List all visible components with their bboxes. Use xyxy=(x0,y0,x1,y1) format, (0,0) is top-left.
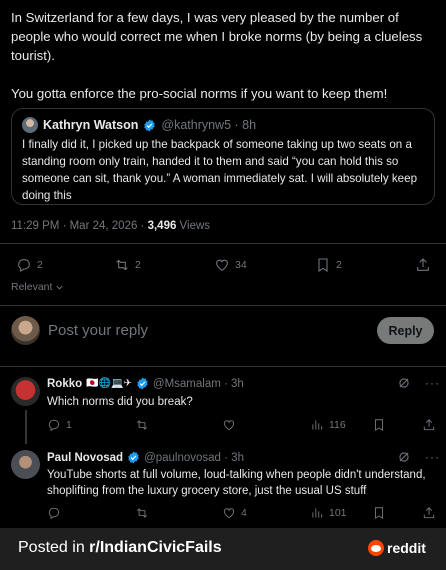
views-count: 101 xyxy=(329,507,347,519)
heart-icon xyxy=(223,508,235,519)
views-chart-icon xyxy=(312,508,323,518)
bookmark-icon xyxy=(375,419,383,432)
reply-handle: @paulnovosad · 3h xyxy=(144,451,244,464)
subreddit-link[interactable]: r/IndianCivicFails xyxy=(89,539,221,556)
more-options-icon[interactable]: ··· xyxy=(425,450,440,464)
reply-text: Which norms did you break? xyxy=(47,396,193,408)
bookmark-icon xyxy=(375,507,383,520)
reply-handle: @Msamalam · 3h xyxy=(152,377,244,390)
quote-handle: @kathrynw5 · 8h xyxy=(161,118,257,132)
views-action[interactable]: 101 xyxy=(310,506,347,520)
repost-action[interactable] xyxy=(135,418,154,432)
reply-text: YouTube shorts at full volume, loud-talk… xyxy=(47,469,426,497)
like-action[interactable] xyxy=(222,418,241,432)
share-action[interactable] xyxy=(415,257,431,273)
bookmark-count: 2 xyxy=(336,259,342,271)
bookmark-action[interactable] xyxy=(372,506,386,520)
reddit-snoo-icon xyxy=(368,540,384,556)
reply-icon xyxy=(18,259,30,272)
grok-icon[interactable] xyxy=(397,450,411,464)
divider xyxy=(0,243,446,244)
repost-icon xyxy=(137,508,147,518)
sort-dropdown[interactable]: Relevant xyxy=(11,281,65,293)
reply-composer: Post your reply Reply xyxy=(0,306,446,360)
quote-avatar[interactable] xyxy=(22,117,38,133)
share-icon xyxy=(423,419,435,431)
share-action[interactable] xyxy=(422,506,436,520)
bookmark-action[interactable] xyxy=(372,418,386,432)
reply-input[interactable]: Post your reply xyxy=(48,322,148,339)
reply-icon xyxy=(48,419,60,432)
post-text: In Switzerland for a few days, I was ver… xyxy=(11,10,423,101)
verified-badge-icon xyxy=(128,451,139,464)
views-count: 3,496 xyxy=(147,220,177,232)
share-icon xyxy=(423,507,435,519)
reply-author-name[interactable]: Paul Novosad xyxy=(47,452,123,464)
reply-count: 1 xyxy=(66,419,72,431)
post-timestamp[interactable]: 11:29 PM · Mar 24, 2026 · xyxy=(11,220,148,232)
more-options-icon[interactable]: ··· xyxy=(425,376,440,390)
grok-icon[interactable] xyxy=(397,376,411,390)
like-action[interactable]: 4 xyxy=(222,506,247,520)
reddit-logo[interactable]: reddit xyxy=(368,540,426,556)
reddit-footer-banner: Posted in r/IndianCivicFails reddit xyxy=(0,528,446,570)
heart-icon xyxy=(216,259,228,271)
reply-avatar[interactable] xyxy=(11,377,40,406)
reply-icon xyxy=(48,507,60,520)
views-chart-icon xyxy=(312,420,323,430)
share-icon xyxy=(417,258,429,271)
views-label: Views xyxy=(176,220,211,232)
reply-action[interactable] xyxy=(47,506,66,520)
reddit-wordmark: reddit xyxy=(387,540,426,556)
bookmark-action[interactable]: 2 xyxy=(315,257,342,273)
verified-badge-icon xyxy=(144,119,156,131)
bookmark-icon xyxy=(318,258,328,272)
quote-author-name[interactable]: Kathryn Watson xyxy=(43,118,138,132)
repost-action[interactable] xyxy=(135,506,154,520)
post-metadata: 11:29 PM · Mar 24, 2026 · 3,496 Views xyxy=(11,220,210,232)
user-avatar[interactable] xyxy=(11,316,40,345)
share-action[interactable] xyxy=(422,418,436,432)
repost-icon xyxy=(116,259,128,271)
reply-action[interactable]: 1 xyxy=(47,418,72,432)
heart-icon xyxy=(223,420,235,431)
sort-label: Relevant xyxy=(11,281,53,293)
chevron-down-icon xyxy=(56,285,64,290)
reply-count: 2 xyxy=(37,259,43,271)
footer-prefix: Posted in xyxy=(18,539,90,556)
footer-caption: Posted in r/IndianCivicFails xyxy=(18,539,222,557)
thread-line xyxy=(25,410,27,444)
repost-action[interactable]: 2 xyxy=(114,257,141,273)
reply-avatar[interactable] xyxy=(11,450,40,479)
quoted-post[interactable]: Kathryn Watson @kathrynw5 · 8h I finally… xyxy=(11,108,435,205)
like-count: 34 xyxy=(235,259,247,271)
views-count: 116 xyxy=(329,419,346,431)
reply-author-name[interactable]: Rokko xyxy=(47,378,82,390)
views-action[interactable]: 116 xyxy=(310,418,346,432)
reply-button[interactable]: Reply xyxy=(377,317,434,344)
reply-action[interactable]: 2 xyxy=(16,257,43,273)
reply-author-flags: 🇯🇵🌐💻✈ xyxy=(86,378,132,389)
like-action[interactable]: 34 xyxy=(214,257,247,273)
like-count: 4 xyxy=(241,507,247,519)
reply-tweet[interactable]: Paul Novosad @paulnovosad · 3h ··· YouTu… xyxy=(0,440,446,528)
quote-text: I finally did it, I picked up the backpa… xyxy=(22,138,418,202)
repost-count: 2 xyxy=(135,259,141,271)
repost-icon xyxy=(137,420,147,430)
verified-badge-icon xyxy=(137,377,148,390)
reply-tweet[interactable]: Rokko 🇯🇵🌐💻✈ @Msamalam · 3h ··· Which nor… xyxy=(0,366,446,444)
